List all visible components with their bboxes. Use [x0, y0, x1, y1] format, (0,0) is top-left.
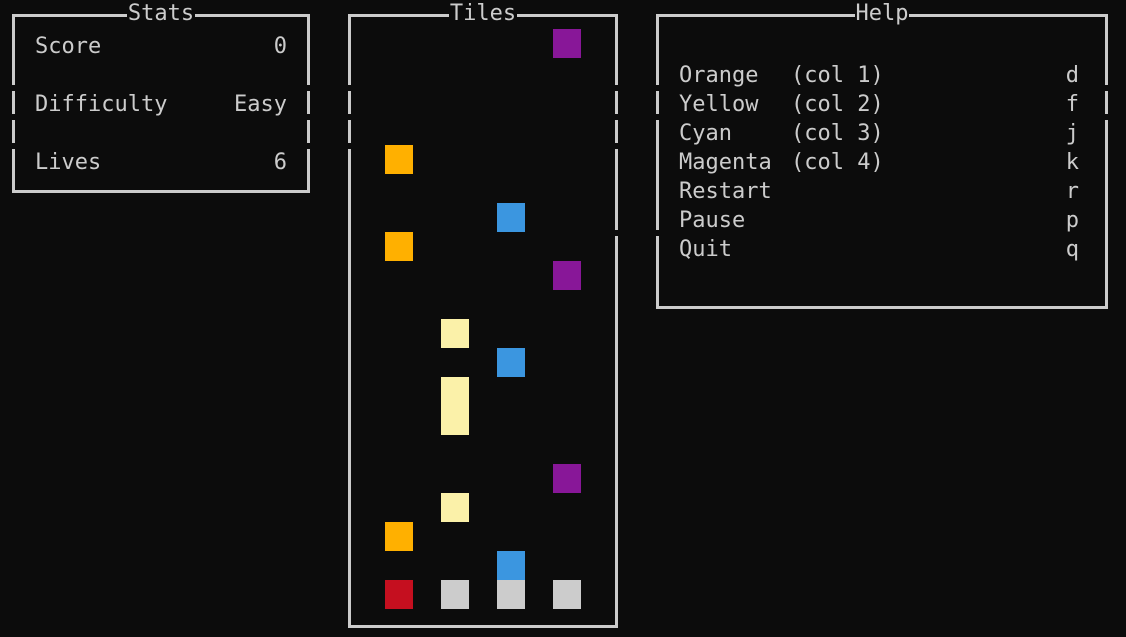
help-orange-col: (col 1): [791, 63, 884, 88]
tiles-title: Tiles: [448, 1, 518, 26]
help-panel: Help Orange (col 1) d Yellow (col 2) f C…: [656, 1, 1108, 309]
stats-title: Stats: [126, 1, 196, 26]
score-value: 0: [273, 34, 287, 59]
hit-zone-col-4: [553, 580, 581, 609]
lives-value: 6: [273, 150, 287, 175]
help-quit-label: Quit: [679, 237, 732, 262]
help-magenta-col: (col 4): [791, 150, 884, 175]
tile-orange: [385, 522, 413, 551]
help-pause-label: Pause: [679, 208, 746, 233]
help-pause-key: p: [1065, 208, 1079, 233]
help-cyan-col: (col 3): [791, 121, 884, 146]
help-restart-key: r: [1065, 179, 1079, 204]
help-title: Help: [854, 1, 910, 26]
help-yellow-col: (col 2): [791, 92, 884, 117]
difficulty-value: Easy: [234, 92, 287, 117]
tile-magenta: [553, 29, 581, 58]
tile-yellow: [441, 377, 469, 435]
lives-label: Lives: [35, 150, 102, 175]
score-label: Score: [35, 34, 102, 59]
tile-cyan: [497, 348, 525, 377]
tile-orange: [385, 145, 413, 174]
tile-cyan: [497, 203, 525, 232]
hit-zone-col-1: [385, 580, 413, 609]
hit-zone-col-2: [441, 580, 469, 609]
help-cyan-label: Cyan: [679, 121, 732, 146]
tile-yellow: [441, 493, 469, 522]
help-orange-label: Orange: [679, 63, 759, 88]
hit-zone-col-3: [497, 580, 525, 609]
tile-yellow: [441, 319, 469, 348]
help-restart-label: Restart: [679, 179, 772, 204]
help-cyan-key: j: [1065, 121, 1079, 146]
help-magenta-key: k: [1065, 150, 1079, 175]
tile-cyan: [497, 551, 525, 580]
help-yellow-key: f: [1065, 92, 1079, 117]
help-yellow-label: Yellow: [679, 92, 759, 117]
help-orange-key: d: [1065, 63, 1079, 88]
tile-magenta: [553, 464, 581, 493]
tile-orange: [385, 232, 413, 261]
tile-magenta: [553, 261, 581, 290]
help-quit-key: q: [1065, 237, 1079, 262]
help-magenta-label: Magenta: [679, 150, 772, 175]
difficulty-label: Difficulty: [35, 92, 168, 117]
stats-panel: Stats Score 0 Difficulty Easy Lives 6: [12, 1, 310, 193]
